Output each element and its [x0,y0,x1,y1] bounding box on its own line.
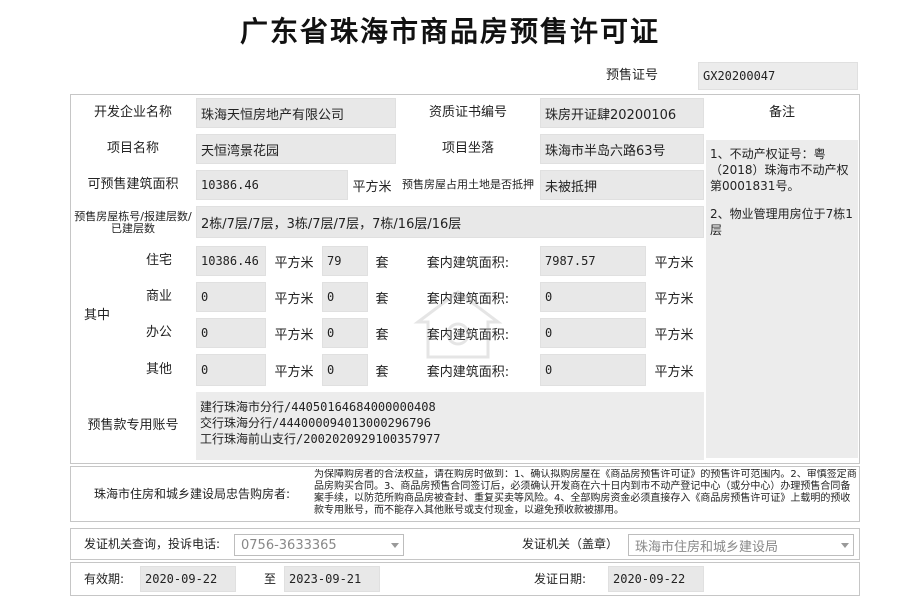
commercial-label: 商业 [145,289,172,304]
area-label: 可预售建筑面积 [87,177,179,192]
developer-value: 珠海天恒房地产有限公司 [196,98,396,128]
other-label: 其他 [145,362,172,377]
other-sets: 0 [322,354,368,386]
area-unit: 平方米 [352,179,392,195]
area-value: 10386.46 [196,170,348,200]
office-sqm: 平方米 [274,327,314,343]
phone-label: 发证机关查询，投诉电话: [83,537,221,551]
residential-sqm: 平方米 [274,255,314,271]
office-label: 办公 [145,325,172,340]
account-line-3: 工行珠海前山支行/2002020929100357977 [200,432,441,446]
office-area: 0 [196,318,266,348]
watermark-logo [413,290,503,359]
chevron-down-icon [841,543,849,548]
residential-inner-unit: 平方米 [654,255,694,271]
issuer-select[interactable]: 珠海市住房和城乡建设局 [628,534,854,556]
bureau-notice-label: 珠海市住房和城乡建设局忠告购房者: [93,487,291,501]
commercial-inner-unit: 平方米 [654,291,694,307]
developer-label: 开发企业名称 [93,105,172,120]
project-name-value: 天恒湾景花园 [196,134,396,164]
document-title: 广东省珠海市商品房预售许可证 [239,15,660,48]
office-inner-unit: 平方米 [654,327,694,343]
valid-to-label: 至 [263,572,276,586]
mortgage-label: 预售房屋占用土地是否抵押 [402,178,534,191]
location-label: 项目坐落 [441,141,494,156]
issue-date-label: 发证日期: [533,572,587,586]
among-label: 其中 [83,308,110,323]
cert-no-label: 预售证号 [605,68,658,83]
other-sqm: 平方米 [274,364,314,380]
chevron-down-icon [391,543,399,548]
account-line-2: 交行珠海分行/444000094013000296796 [200,416,431,430]
buildings-value: 2栋/7层/7层，3栋/7层/7层，7栋/16层/16层 [196,206,704,238]
residential-inner: 7987.57 [540,246,646,276]
other-sets-unit: 套 [375,364,389,380]
commercial-sqm: 平方米 [274,291,314,307]
account-line-1: 建行珠海市分行/44050164684000000408 [200,400,436,414]
location-value: 珠海市半岛六路63号 [540,134,704,164]
other-inner: 0 [540,354,646,386]
account-label: 预售款专用账号 [87,418,179,433]
residential-inner-label: 套内建筑面积: [426,255,510,271]
phone-select[interactable]: 0756-3633365 [234,534,404,556]
issue-date: 2020-09-22 [608,566,704,592]
valid-label: 有效期: [83,572,125,586]
qual-no-value: 珠房开证肆20200106 [540,98,704,128]
phone-value: 0756-3633365 [241,537,337,553]
issuer-value: 珠海市住房和城乡建设局 [635,539,779,555]
remarks-label: 备注 [768,105,795,120]
residential-area: 10386.46 [196,246,266,276]
remarks-text-1: 1、不动产权证号：粤（2018）珠海市不动产权第0001831号。 [710,147,849,193]
office-sets: 0 [322,318,368,348]
mortgage-value: 未被抵押 [540,170,704,200]
residential-label: 住宅 [145,253,172,268]
residential-sets: 79 [322,246,368,276]
commercial-inner: 0 [540,282,646,312]
valid-to: 2023-09-21 [284,566,380,592]
remarks-text-2: 2、物业管理用房位于7栋1层 [710,207,853,237]
commercial-sets: 0 [322,282,368,312]
commercial-sets-unit: 套 [375,291,389,307]
buildings-label: 预售房屋栋号/报建层数/已建层数 [74,210,192,235]
project-name-label: 项目名称 [106,141,159,156]
qual-no-label: 资质证书编号 [428,105,507,120]
office-inner: 0 [540,318,646,348]
cert-no-value: GX20200047 [698,62,858,90]
commercial-area: 0 [196,282,266,312]
office-sets-unit: 套 [375,327,389,343]
residential-sets-unit: 套 [375,255,389,271]
notice-text: 为保障购房者的合法权益，请在购房时做到：1、确认拟购房屋在《商品房预售许可证》的… [314,469,857,516]
issuer-label: 发证机关（盖章） [521,537,618,551]
other-inner-unit: 平方米 [654,364,694,380]
other-area: 0 [196,354,266,386]
valid-from: 2020-09-22 [140,566,236,592]
